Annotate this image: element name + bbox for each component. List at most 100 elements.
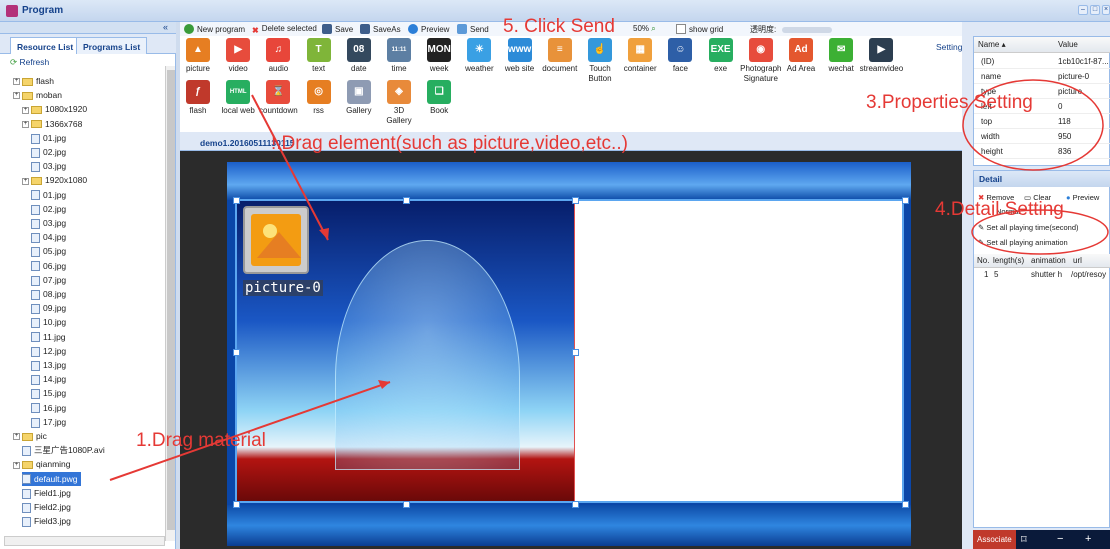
col-url[interactable]: url	[1073, 254, 1082, 268]
resize-handle[interactable]	[403, 197, 410, 204]
set-animation-button[interactable]: ✎ Set all playing animation	[978, 238, 1068, 247]
tree-scrollbar[interactable]	[165, 66, 175, 541]
resize-handle[interactable]	[902, 501, 909, 508]
tree-folder[interactable]: + pic	[13, 429, 47, 443]
palette-item-book[interactable]: ❑ Book	[416, 80, 462, 116]
palette-item-time[interactable]: 11:11 time	[376, 38, 422, 74]
palette-item-weather[interactable]: ☀ weather	[456, 38, 502, 74]
resize-handle[interactable]	[572, 349, 579, 356]
property-row[interactable]: width 950	[974, 129, 1110, 144]
save-button[interactable]: Save	[322, 24, 353, 36]
tree-folder[interactable]: +1080x1920	[22, 102, 87, 116]
expand-icon[interactable]: +	[22, 120, 29, 128]
tree-file[interactable]: 02.jpg	[31, 145, 66, 159]
col-value[interactable]: Value	[1058, 40, 1078, 49]
maximize-icon[interactable]: □	[1090, 5, 1100, 15]
palette-item-container[interactable]: ▦ container	[617, 38, 663, 74]
tree-file[interactable]: 06.jpg	[31, 259, 66, 273]
expand-icon[interactable]: +	[13, 78, 20, 86]
tab-programs-list[interactable]: Programs List	[76, 37, 148, 54]
expand-icon[interactable]: +	[22, 106, 29, 114]
property-row[interactable]: name picture-0	[974, 69, 1110, 84]
property-value[interactable]: 1cb10c1f-87...	[1058, 54, 1110, 69]
tree-file[interactable]: 02.jpg	[31, 202, 66, 216]
palette-item-ad[interactable]: Ad Ad Area	[778, 38, 824, 74]
palette-item-rss[interactable]: ◎ rss	[296, 80, 342, 116]
property-value[interactable]: picture	[1058, 84, 1110, 99]
tree-file[interactable]: 17.jpg	[31, 415, 66, 429]
palette-item-hourglass[interactable]: ⌛ countdown	[255, 80, 301, 116]
delete-button[interactable]: ✖ Delete selected	[252, 24, 317, 36]
tree-file[interactable]: 05.jpg	[31, 244, 66, 258]
col-animation[interactable]: animation	[1031, 254, 1066, 268]
minimize-icon[interactable]: –	[1078, 5, 1088, 15]
col-length[interactable]: length(s)	[993, 254, 1024, 268]
tree-file[interactable]: 08.jpg	[31, 287, 66, 301]
tree-file[interactable]: default.pwg	[22, 471, 82, 486]
resize-handle[interactable]	[233, 501, 240, 508]
detail-row[interactable]: 1 5 shutter h /opt/resoy	[974, 268, 1110, 282]
resize-handle[interactable]	[233, 349, 240, 356]
saveas-button[interactable]: SaveAs	[360, 24, 401, 36]
tree-hscrollbar[interactable]	[4, 536, 165, 546]
palette-item-week[interactable]: MON week	[416, 38, 462, 74]
resize-handle[interactable]	[233, 197, 240, 204]
property-row[interactable]: (ID) 1cb10c1f-87...	[974, 54, 1110, 69]
property-row[interactable]: top 118	[974, 114, 1110, 129]
expand-icon[interactable]: +	[13, 92, 20, 100]
send-button[interactable]: Send	[457, 24, 489, 36]
tree-file[interactable]: 01.jpg	[31, 131, 66, 145]
collapse-icon[interactable]: «	[163, 22, 168, 32]
zoom-icon[interactable]: ⌕	[651, 24, 655, 33]
property-row[interactable]: height 836	[974, 144, 1110, 159]
new-program-button[interactable]: New program	[184, 24, 245, 36]
resize-handle[interactable]	[403, 501, 410, 508]
scroll-thumb[interactable]	[167, 70, 175, 530]
tree-file[interactable]: 03.jpg	[31, 159, 66, 173]
palette-item-video[interactable]: ▶ video	[215, 38, 261, 74]
palette-item-date[interactable]: 08 date	[336, 38, 382, 74]
palette-item-clapper[interactable]: ▶ streamvideo	[858, 38, 904, 74]
tree-folder[interactable]: +1366x768	[22, 117, 82, 131]
palette-item-touch-button[interactable]: ☝ Touch Button	[577, 38, 623, 84]
tree-file[interactable]: 11.jpg	[31, 330, 66, 344]
property-value[interactable]: 0	[1058, 99, 1110, 114]
tree-folder[interactable]: +1920x1080	[22, 173, 87, 187]
associate-tab[interactable]: Associate	[973, 530, 1016, 549]
palette-item-picture[interactable]: ▲ picture	[175, 38, 221, 74]
property-value[interactable]: 950	[1058, 129, 1110, 144]
tree-file[interactable]: 03.jpg	[31, 216, 66, 230]
preview-button[interactable]: Preview	[408, 24, 449, 36]
tree-file[interactable]: 01.jpg	[31, 188, 66, 202]
zoom-in-icon[interactable]: +	[1085, 533, 1091, 545]
palette-item-wechat[interactable]: ✉ wechat	[818, 38, 864, 74]
tree-file[interactable]: 07.jpg	[31, 273, 66, 287]
resize-handle[interactable]	[902, 197, 909, 204]
palette-item-camera[interactable]: ◉ Photograph Signature	[738, 38, 784, 84]
palette-item-face[interactable]: ☺ face	[657, 38, 703, 74]
show-grid-checkbox[interactable]: show grid	[676, 24, 723, 36]
col-name[interactable]: Name ▴	[978, 40, 1006, 49]
palette-item-exe[interactable]: EXE exe	[698, 38, 744, 74]
left-collapse-bar[interactable]: «	[0, 22, 176, 34]
tree-folder[interactable]: + flash	[13, 74, 54, 88]
expand-icon[interactable]: +	[22, 177, 29, 185]
tree-file[interactable]: 三星广告1080P.avi	[22, 443, 105, 457]
property-value[interactable]: picture-0	[1058, 69, 1110, 84]
set-time-button[interactable]: ✎ Set all playing time(second)	[978, 223, 1079, 232]
tree-file[interactable]: 16.jpg	[31, 401, 66, 415]
tree-folder[interactable]: + moban	[13, 88, 62, 102]
tree-file[interactable]: 12.jpg	[31, 344, 66, 358]
tree-file[interactable]: 10.jpg	[31, 315, 66, 329]
palette-item-gallery[interactable]: ▣ Gallery	[336, 80, 382, 116]
palette-item-flash[interactable]: ƒ flash	[175, 80, 221, 116]
tree-file[interactable]: Field1.jpg	[22, 486, 71, 500]
palette-item-website[interactable]: www web site	[497, 38, 543, 74]
palette-item-html[interactable]: HTML local web	[215, 80, 261, 116]
detail-preview-button[interactable]: ● Preview	[1066, 193, 1099, 202]
tree-file[interactable]: 14.jpg	[31, 372, 66, 386]
palette-item-gallery3d[interactable]: ◈ 3D Gallery	[376, 80, 422, 126]
expand-icon[interactable]: +	[13, 433, 20, 441]
tree-folder[interactable]: + qianming	[13, 457, 71, 471]
col-no[interactable]: No.	[977, 254, 989, 268]
